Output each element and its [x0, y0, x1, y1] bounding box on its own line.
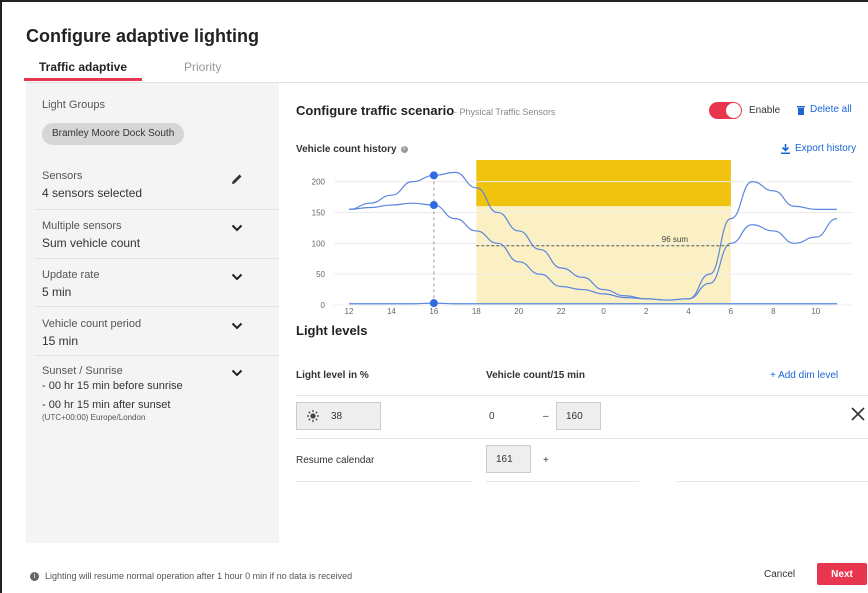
resume-calendar-input[interactable]: 161: [486, 445, 531, 473]
row-divider: [296, 395, 868, 396]
sensors-value: 4 sensors selected: [42, 186, 143, 200]
close-icon[interactable]: [850, 406, 866, 422]
vehicle-count-to-value: 160: [566, 410, 583, 422]
light-level-col-header: Light level in %: [296, 370, 369, 381]
pencil-icon[interactable]: [229, 171, 245, 187]
enable-label: Enable: [749, 105, 781, 116]
cursor-point: [429, 201, 438, 210]
update-rate-label: Update rate: [42, 269, 100, 281]
dialog-title: Configure adaptive lighting: [26, 26, 259, 46]
highlight-lower-band: [476, 206, 731, 305]
light-levels-title: Light levels: [296, 323, 368, 338]
scenario-panel: Configure traffic scenario - Physical Tr…: [279, 83, 868, 543]
vehicle-count-to-input[interactable]: 160: [556, 402, 601, 430]
sun-dim-icon: [307, 410, 319, 422]
delete-all-label: Delete all: [810, 104, 852, 115]
x-tick-label: 10: [811, 307, 820, 316]
vehicle-count-period-label: Vehicle count period: [42, 318, 142, 330]
vehicle-count-col-header: Vehicle count/15 min: [486, 370, 585, 381]
vehicle-count-period-value: 15 min: [42, 334, 79, 348]
download-icon: [781, 143, 790, 154]
sidebar-divider: [34, 355, 279, 356]
tab-priority[interactable]: Priority: [184, 60, 221, 74]
y-tick-label: 50: [316, 270, 325, 279]
resume-calendar-value: 161: [496, 453, 513, 465]
x-tick-label: 6: [729, 307, 734, 316]
row-divider: [486, 481, 639, 482]
tab-traffic-adaptive[interactable]: Traffic adaptive: [24, 60, 142, 81]
export-history-button[interactable]: Export history: [781, 143, 856, 154]
row-divider: [296, 481, 473, 482]
series-line: [349, 302, 837, 305]
scenario-title: Configure traffic scenario: [296, 103, 455, 118]
light-group-chip[interactable]: Bramley Moore Dock South: [42, 123, 185, 145]
cursor-point: [429, 171, 438, 180]
update-rate-value: 5 min: [42, 285, 72, 299]
dialog: Configure adaptive lighting Traffic adap…: [0, 0, 868, 593]
info-icon: i: [30, 571, 39, 581]
multiple-sensors-label: Multiple sensors: [42, 220, 122, 232]
sunset-offset-after: - 00 hr 15 min after sunset: [42, 399, 171, 411]
y-tick-label: 100: [312, 239, 326, 248]
light-level-input[interactable]: 38: [296, 402, 381, 430]
multiple-sensors-value: Sum vehicle count: [42, 236, 141, 250]
highlight-upper-band: [476, 160, 731, 207]
row-divider: [677, 481, 868, 482]
sidebar-divider: [34, 258, 279, 259]
chevron-down-icon[interactable]: [229, 318, 245, 334]
vehicle-count-from: 0: [489, 411, 495, 422]
x-tick-label: 12: [345, 307, 354, 316]
resume-calendar-label: Resume calendar: [296, 455, 375, 466]
sunset-sunrise-label: Sunset / Sunrise: [42, 365, 123, 377]
footer-note: i Lighting will resume normal operation …: [30, 571, 352, 581]
sensors-label: Sensors: [42, 170, 83, 182]
scenario-subtitle: - Physical Traffic Sensors: [454, 107, 556, 117]
sidebar-divider: [34, 306, 279, 307]
y-tick-label: 200: [312, 178, 326, 187]
next-button[interactable]: Next: [817, 563, 867, 585]
sunset-offset-before: - 00 hr 15 min before sunrise: [42, 380, 183, 392]
vehicle-count-history-title: Vehicle count history i: [296, 144, 408, 155]
add-dim-level-button[interactable]: + Add dim level: [770, 370, 838, 381]
x-tick-label: 18: [472, 307, 481, 316]
history-title-text: Vehicle count history: [296, 144, 397, 155]
x-tick-label: 20: [514, 307, 523, 316]
chevron-down-icon[interactable]: [229, 269, 245, 285]
cursor-point: [429, 299, 438, 308]
reference-line-label: 96 sum: [662, 235, 689, 244]
light-level-value: 38: [331, 410, 343, 422]
footer-note-text: Lighting will resume normal operation af…: [45, 571, 353, 581]
y-tick-label: 150: [312, 208, 326, 217]
x-tick-label: 22: [557, 307, 566, 316]
range-dash: –: [543, 411, 549, 422]
chevron-down-icon[interactable]: [229, 365, 245, 381]
trash-icon: [797, 105, 805, 115]
x-tick-label: 16: [429, 307, 438, 316]
info-icon: i: [400, 146, 408, 153]
delete-all-button[interactable]: Delete all: [797, 104, 852, 115]
vehicle-count-chart: 0 50 100 150 200 12 14 16 18 20 22 0 2 4 6 8 10 96 sum: [312, 160, 852, 316]
export-history-label: Export history: [795, 143, 857, 154]
timezone-text: (UTC+00:00) Europe/London: [42, 413, 146, 422]
cancel-button[interactable]: Cancel: [764, 569, 795, 580]
resume-plus: +: [543, 455, 549, 466]
x-tick-label: 8: [771, 307, 776, 316]
enable-toggle[interactable]: [709, 102, 742, 119]
chevron-down-icon[interactable]: [229, 220, 245, 236]
light-groups-label: Light Groups: [42, 99, 105, 111]
row-divider: [296, 438, 868, 439]
y-tick-label: 0: [321, 301, 326, 310]
sidebar-divider: [34, 209, 279, 210]
settings-sidebar: Light Groups Bramley Moore Dock South Se…: [26, 83, 279, 543]
x-tick-label: 2: [644, 307, 649, 316]
x-tick-label: 4: [686, 307, 691, 316]
x-tick-label: 14: [387, 307, 396, 316]
x-tick-label: 0: [601, 307, 606, 316]
